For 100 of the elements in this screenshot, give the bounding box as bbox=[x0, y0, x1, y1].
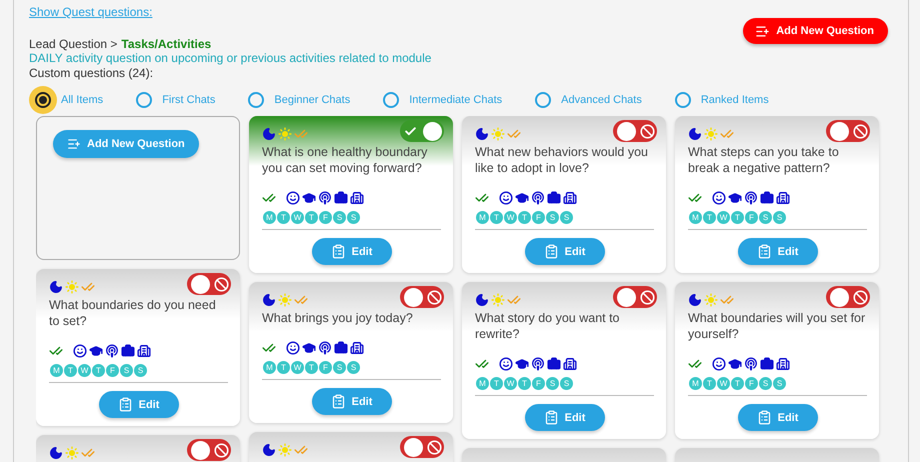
double-check-icon bbox=[81, 446, 95, 460]
radio-button[interactable] bbox=[248, 92, 264, 108]
ban-icon bbox=[853, 290, 868, 304]
smile-icon bbox=[712, 191, 726, 205]
graduation-cap-icon bbox=[302, 191, 316, 205]
graduation-cap-icon bbox=[515, 357, 529, 371]
signal-icon bbox=[531, 357, 545, 371]
radio-button[interactable] bbox=[136, 92, 152, 108]
day-badge: T bbox=[304, 210, 319, 225]
list-plus-icon bbox=[67, 137, 81, 151]
day-badge: W bbox=[77, 363, 92, 378]
day-badge: S bbox=[545, 376, 560, 391]
radio-button[interactable] bbox=[35, 92, 51, 108]
day-badge: S bbox=[758, 210, 773, 225]
count-label: Custom questions (24): bbox=[29, 66, 154, 80]
filter-label[interactable]: Intermediate Chats bbox=[409, 94, 502, 106]
day-badge: S bbox=[332, 360, 347, 375]
list-plus-icon bbox=[755, 24, 770, 38]
smile-icon bbox=[286, 191, 300, 205]
smile-icon bbox=[499, 357, 513, 371]
enable-toggle[interactable] bbox=[613, 120, 657, 142]
double-check-icon bbox=[262, 191, 276, 205]
day-badge: W bbox=[290, 360, 305, 375]
radio-button[interactable] bbox=[674, 92, 691, 108]
question-text: What steps can you take to break a negative pattern? bbox=[688, 144, 840, 176]
clipboard-icon bbox=[330, 244, 346, 259]
smile-icon bbox=[73, 344, 87, 358]
double-check-icon bbox=[81, 280, 95, 294]
radio-button[interactable] bbox=[535, 92, 552, 108]
filter-label[interactable]: Advanced Chats bbox=[561, 94, 642, 106]
double-check-icon bbox=[720, 127, 734, 141]
sun-icon bbox=[491, 293, 505, 307]
day-badge: T bbox=[91, 363, 106, 378]
double-check-icon bbox=[475, 191, 489, 205]
day-badge: T bbox=[63, 363, 78, 378]
sun-icon bbox=[278, 293, 292, 307]
ban-icon bbox=[853, 124, 868, 138]
edit-button[interactable]: Edit bbox=[738, 238, 818, 265]
question-text: What boundaries do you need to set? bbox=[49, 297, 217, 329]
day-badge: S bbox=[559, 376, 574, 391]
edit-button[interactable]: Edit bbox=[312, 388, 392, 415]
filter-label[interactable]: All Items bbox=[61, 94, 104, 106]
check-icon bbox=[404, 124, 417, 138]
day-badge: W bbox=[503, 376, 518, 391]
moon-icon bbox=[262, 443, 276, 457]
clipboard-icon bbox=[544, 410, 559, 425]
sun-icon bbox=[704, 127, 718, 141]
enable-toggle[interactable] bbox=[826, 120, 870, 142]
double-check-icon bbox=[475, 357, 489, 371]
filter-label[interactable]: First Chats bbox=[162, 94, 216, 106]
enable-toggle[interactable] bbox=[187, 439, 231, 461]
edit-button[interactable]: Edit bbox=[524, 404, 604, 431]
day-badge: T bbox=[730, 210, 745, 225]
day-badge: S bbox=[346, 210, 361, 225]
filter-label[interactable]: Beginner Chats bbox=[274, 94, 350, 106]
question-text: What is one healthy boundary you can set moving forward? bbox=[262, 144, 428, 176]
edit-button[interactable]: Edit bbox=[98, 391, 178, 418]
day-badge: M bbox=[262, 360, 277, 375]
signal-icon bbox=[318, 341, 332, 355]
building-icon bbox=[563, 191, 577, 205]
building-icon bbox=[350, 341, 364, 355]
day-badge: S bbox=[559, 210, 574, 225]
day-badge: M bbox=[688, 210, 703, 225]
briefcase-icon bbox=[547, 357, 561, 371]
question-text: What brings you joy today? bbox=[262, 310, 414, 326]
ban-icon bbox=[427, 440, 442, 454]
building-icon bbox=[776, 357, 790, 371]
enable-toggle[interactable] bbox=[613, 286, 657, 308]
double-check-icon bbox=[262, 341, 276, 355]
enable-toggle[interactable] bbox=[826, 286, 870, 308]
day-badge: T bbox=[489, 210, 504, 225]
enable-toggle[interactable] bbox=[187, 273, 231, 295]
briefcase-icon bbox=[334, 341, 348, 355]
enable-toggle[interactable] bbox=[400, 120, 444, 142]
edit-button[interactable]: Edit bbox=[524, 238, 604, 265]
add-question-button[interactable]: Add New Question bbox=[53, 130, 199, 158]
edit-button[interactable]: Edit bbox=[738, 404, 818, 431]
day-badge: F bbox=[531, 210, 546, 225]
radio-button[interactable] bbox=[383, 92, 400, 108]
filter-label[interactable]: Ranked Items bbox=[700, 94, 769, 106]
show-quest-link[interactable]: Show Quest questions: bbox=[29, 5, 152, 19]
moon-icon bbox=[688, 127, 702, 141]
signal-icon bbox=[318, 191, 332, 205]
day-badge: F bbox=[318, 360, 333, 375]
add-question-button[interactable]: Add New Question bbox=[743, 18, 888, 44]
enable-toggle[interactable] bbox=[400, 286, 444, 308]
edit-button[interactable]: Edit bbox=[312, 238, 392, 265]
clipboard-icon bbox=[118, 397, 133, 412]
sun-icon bbox=[65, 280, 79, 294]
day-badge: S bbox=[545, 210, 560, 225]
briefcase-icon bbox=[760, 191, 774, 205]
ban-icon bbox=[427, 290, 442, 304]
enable-toggle[interactable] bbox=[400, 436, 444, 458]
day-badge: S bbox=[119, 363, 134, 378]
sun-icon bbox=[65, 446, 79, 460]
graduation-cap-icon bbox=[515, 191, 529, 205]
day-badge: T bbox=[489, 376, 504, 391]
graduation-cap-icon bbox=[302, 341, 316, 355]
briefcase-icon bbox=[334, 191, 348, 205]
double-check-icon bbox=[507, 127, 521, 141]
